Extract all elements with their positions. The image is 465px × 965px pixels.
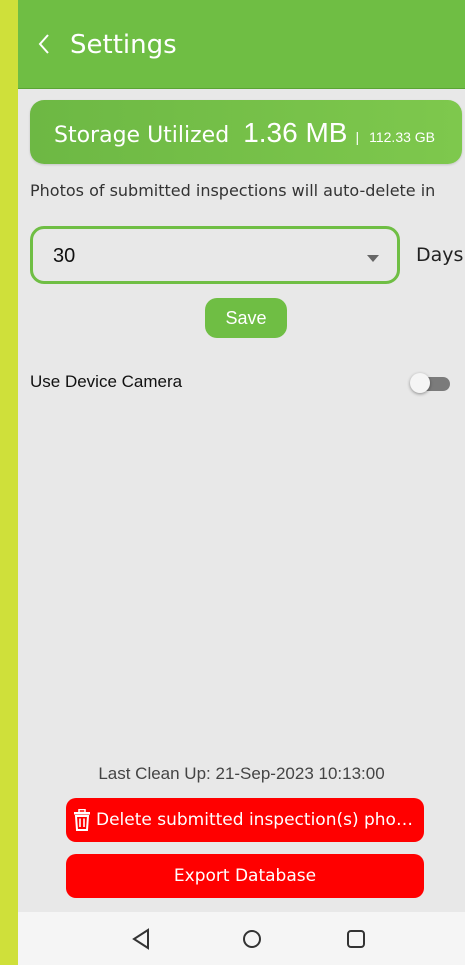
system-navigation-bar — [18, 912, 465, 965]
back-chevron-icon[interactable] — [32, 26, 56, 62]
days-unit-label: Days — [416, 244, 464, 266]
page-title: Settings — [70, 30, 177, 60]
home-circle-icon[interactable] — [238, 926, 266, 952]
device-frame-edge — [0, 0, 18, 965]
recents-square-icon[interactable] — [342, 926, 370, 952]
storage-banner: Storage Utilized 1.36 MB | 112.33 GB — [30, 100, 462, 164]
storage-total-value: 112.33 GB — [369, 129, 436, 145]
use-device-camera-toggle[interactable] — [410, 373, 450, 393]
trash-icon — [72, 809, 92, 831]
back-triangle-icon[interactable] — [128, 926, 156, 952]
storage-separator: | — [355, 129, 360, 145]
export-database-button[interactable]: Export Database — [66, 854, 424, 898]
storage-used-value: 1.36 MB — [243, 117, 348, 148]
delete-button-label: Delete submitted inspection(s) phot... — [96, 810, 418, 830]
settings-screen: Settings Storage Utilized 1.36 MB | 112.… — [18, 0, 465, 965]
storage-label: Storage Utilized — [54, 123, 230, 148]
dropdown-selected-value: 30 — [53, 245, 76, 267]
toggle-knob — [410, 373, 430, 393]
app-bar: Settings — [18, 0, 465, 89]
save-button[interactable]: Save — [205, 298, 287, 338]
dropdown-arrow-icon — [367, 249, 379, 267]
use-device-camera-label: Use Device Camera — [30, 372, 183, 391]
delete-submitted-photos-button[interactable]: Delete submitted inspection(s) phot... — [66, 798, 424, 842]
last-cleanup-text: Last Clean Up: 21-Sep-2023 10:13:00 — [98, 764, 385, 783]
auto-delete-days-dropdown[interactable]: 30 — [30, 226, 400, 284]
auto-delete-description: Photos of submitted inspections will aut… — [30, 181, 436, 200]
